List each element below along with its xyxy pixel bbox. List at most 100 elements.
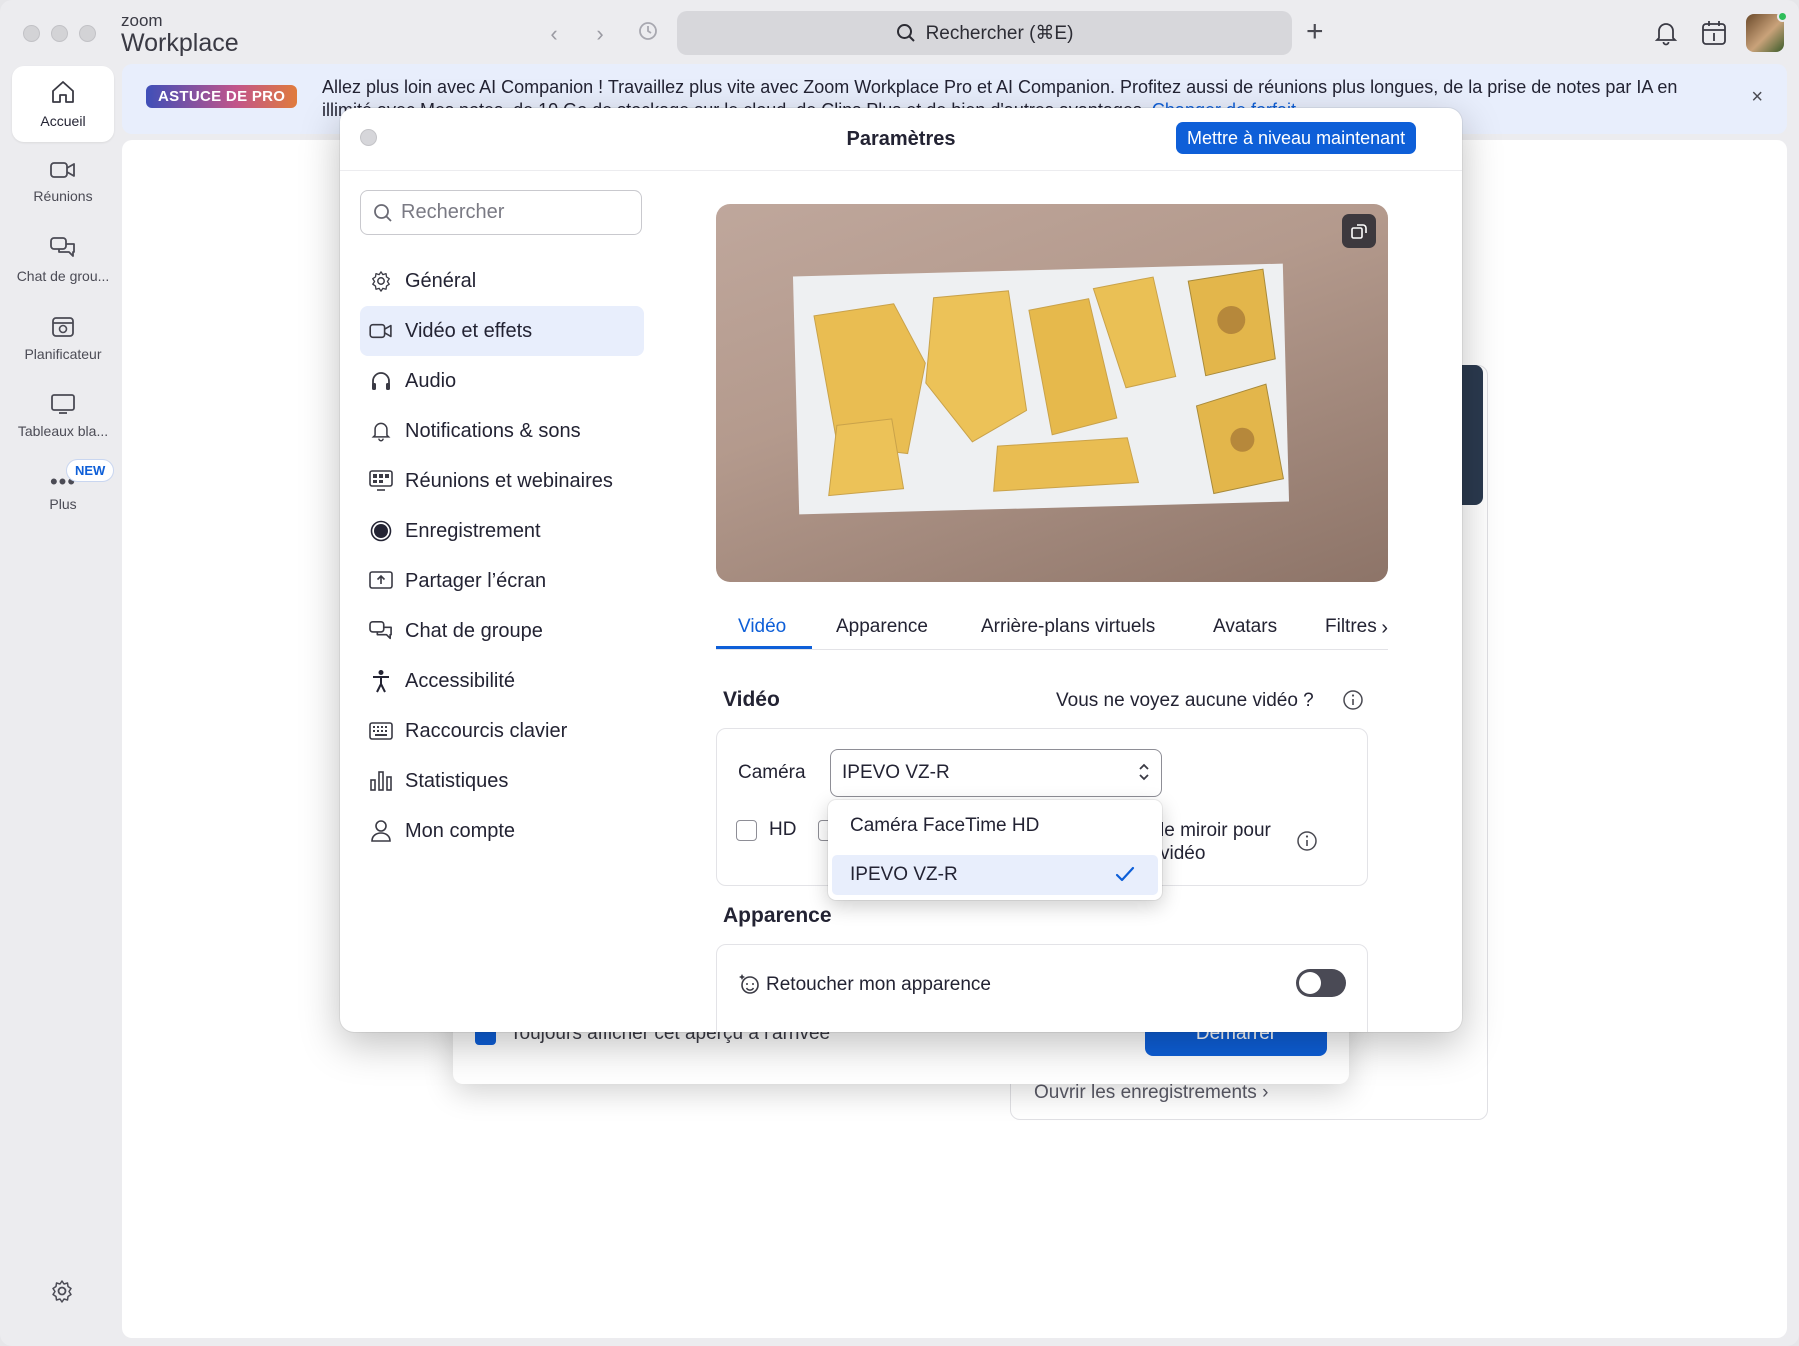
settings-search-input[interactable]: [401, 201, 621, 224]
mirror-video-label: le miroir pour vidéo: [1160, 820, 1271, 864]
rail-item-home[interactable]: Accueil: [12, 66, 114, 142]
tabs-scroll-right-button[interactable]: ›: [1381, 617, 1388, 640]
info-icon[interactable]: [1342, 689, 1364, 716]
menu-item-recording[interactable]: Enregistrement: [360, 506, 644, 556]
hd-label: HD: [769, 819, 797, 840]
meetings-grid-icon: [369, 469, 393, 493]
rail-item-label: Plus: [49, 496, 77, 512]
left-rail: Accueil Réunions Chat de grou... Planifi…: [0, 64, 122, 1346]
bar-chart-icon: [369, 769, 393, 793]
appearance-section-title: Apparence: [723, 904, 832, 927]
accessibility-icon: [369, 669, 393, 693]
app-window: zoom Workplace ‹ › Rechercher (⌘E) + Acc…: [0, 0, 1799, 1346]
rotate-icon: [1351, 224, 1367, 239]
tab-video[interactable]: Vidéo: [738, 616, 786, 638]
settings-dialog: Paramètres Mettre à niveau maintenant Gé…: [340, 108, 1462, 1032]
window-close-button[interactable]: [23, 25, 40, 42]
touch-up-appearance-toggle[interactable]: [1296, 969, 1346, 997]
menu-item-notifications[interactable]: Notifications & sons: [360, 406, 644, 456]
calendar-icon: [52, 317, 74, 337]
camera-option-facetime[interactable]: Caméra FaceTime HD: [832, 806, 1158, 846]
active-tab-indicator: [716, 646, 812, 649]
camera-label: Caméra: [738, 762, 806, 783]
mirror-info-icon[interactable]: [1296, 830, 1318, 857]
brand-name: Workplace: [121, 29, 239, 57]
video-settings-tabs: Vidéo Apparence Arrière-plans virtuels A…: [716, 608, 1388, 650]
record-icon: [369, 519, 393, 543]
menu-item-label: Accessibilité: [405, 669, 516, 692]
new-badge: NEW: [66, 459, 115, 482]
search-icon: [374, 203, 392, 222]
new-action-button[interactable]: +: [1306, 14, 1324, 50]
calendar-button[interactable]: [1701, 20, 1727, 51]
history-button[interactable]: [634, 20, 662, 48]
camera-option-ipevo[interactable]: IPEVO VZ-R: [832, 855, 1158, 895]
tab-virtual-backgrounds[interactable]: Arrière-plans virtuels: [981, 616, 1155, 638]
dialog-divider: [340, 170, 1462, 171]
menu-item-label: Raccourcis clavier: [405, 719, 568, 742]
no-video-help-text: Vous ne voyez aucune vidéo ?: [1056, 690, 1314, 711]
forward-button[interactable]: ›: [586, 20, 614, 48]
rail-item-team-chat[interactable]: Chat de grou...: [12, 222, 114, 298]
menu-item-label: Notifications & sons: [405, 419, 581, 442]
calendar-icon: [1702, 21, 1726, 45]
rail-item-scheduler[interactable]: Planificateur: [12, 300, 114, 376]
menu-item-video-effects[interactable]: Vidéo et effets: [360, 306, 644, 356]
camera-preview: [716, 204, 1388, 582]
rail-item-label: Tableaux bla...: [17, 423, 109, 439]
menu-item-label: Partager l’écran: [405, 569, 547, 592]
preview-paper-cutout-image: [813, 268, 1285, 497]
open-recordings-link[interactable]: Ouvrir les enregistrements ›: [1034, 1082, 1268, 1104]
back-button[interactable]: ‹: [540, 20, 568, 48]
rotate-camera-button[interactable]: [1342, 214, 1376, 248]
menu-item-share-screen[interactable]: Partager l’écran: [360, 556, 644, 606]
bell-icon: [1654, 23, 1678, 46]
menu-item-statistics[interactable]: Statistiques: [360, 756, 644, 806]
menu-item-my-account[interactable]: Mon compte: [360, 806, 644, 856]
close-banner-button[interactable]: ×: [1751, 86, 1763, 109]
window-minimize-button[interactable]: [51, 25, 68, 42]
headphones-icon: [369, 369, 393, 393]
menu-item-accessibility[interactable]: Accessibilité: [360, 656, 644, 706]
menu-item-meetings-webinars[interactable]: Réunions et webinaires: [360, 456, 644, 506]
upgrade-now-button[interactable]: Mettre à niveau maintenant: [1176, 122, 1417, 154]
video-camera-icon: [369, 319, 393, 343]
menu-item-group-chat[interactable]: Chat de groupe: [360, 606, 644, 656]
rail-item-whiteboards[interactable]: Tableaux bla...: [12, 378, 114, 454]
hd-checkbox[interactable]: [736, 820, 757, 841]
notifications-button[interactable]: [1654, 20, 1678, 51]
global-search-label: Rechercher (⌘E): [925, 22, 1074, 44]
tab-avatars[interactable]: Avatars: [1213, 616, 1277, 638]
menu-item-label: Vidéo et effets: [405, 319, 533, 342]
tab-appearance[interactable]: Apparence: [836, 616, 928, 638]
touch-up-icon: [738, 972, 762, 1001]
menu-item-label: Chat de groupe: [405, 619, 543, 642]
camera-option-label: Caméra FaceTime HD: [850, 815, 1040, 836]
rail-item-label: Planificateur: [24, 346, 102, 362]
rail-item-label: Chat de grou...: [16, 268, 110, 284]
menu-item-audio[interactable]: Audio: [360, 356, 644, 406]
checkmark-icon: [1114, 863, 1136, 891]
video-camera-icon: [50, 162, 75, 178]
menu-item-label: Audio: [405, 369, 457, 392]
window-zoom-button[interactable]: [79, 25, 96, 42]
bell-icon: [369, 419, 393, 443]
menu-item-keyboard-shortcuts[interactable]: Raccourcis clavier: [360, 706, 644, 756]
title-bar: zoom Workplace ‹ › Rechercher (⌘E) +: [0, 0, 1799, 64]
menu-item-label: Général: [405, 269, 477, 292]
search-icon: [896, 24, 915, 42]
app-settings-button[interactable]: [50, 1279, 74, 1308]
touch-up-appearance-label: Retoucher mon apparence: [766, 974, 991, 995]
menu-item-label: Enregistrement: [405, 519, 541, 542]
camera-selected-value: IPEVO VZ-R: [842, 762, 950, 783]
rail-item-meetings[interactable]: Réunions: [12, 144, 114, 220]
camera-select[interactable]: IPEVO VZ-R: [830, 749, 1162, 797]
menu-item-label: Mon compte: [405, 819, 516, 842]
settings-search-field[interactable]: [360, 190, 642, 235]
tab-filters[interactable]: Filtres: [1325, 616, 1377, 638]
global-search-bar[interactable]: Rechercher (⌘E): [677, 11, 1292, 55]
menu-item-general[interactable]: Général: [360, 256, 644, 306]
app-logo: zoom Workplace: [121, 12, 239, 56]
camera-option-label: IPEVO VZ-R: [850, 864, 958, 885]
brand-small-text: zoom: [121, 11, 163, 30]
